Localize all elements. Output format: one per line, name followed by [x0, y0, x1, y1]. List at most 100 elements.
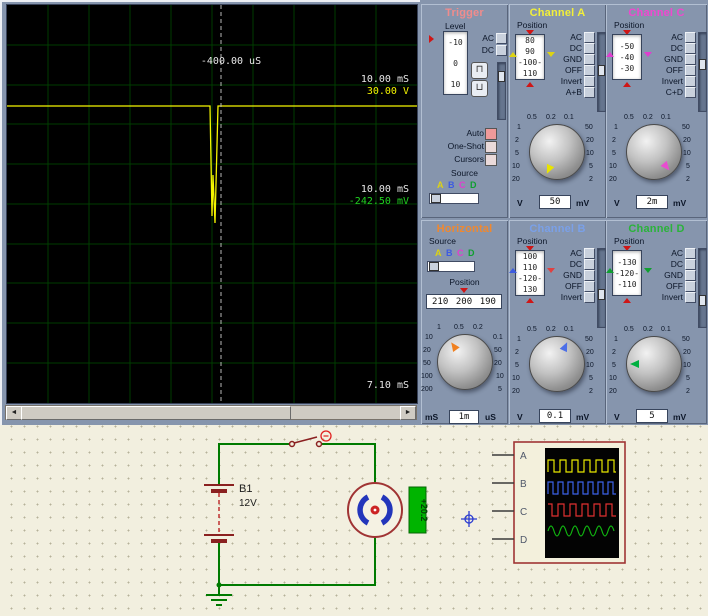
scope-display-area: -400.00 uS 10.00 mS 30.00 V 10.00 mS -24…	[0, 0, 420, 425]
channel-c-position-wheel[interactable]: -50 -40 -30	[612, 34, 642, 80]
source-channel-b[interactable]: B	[446, 248, 453, 258]
scroll-left-button[interactable]: ◄	[6, 406, 22, 420]
dc-button[interactable]	[584, 259, 595, 270]
auto-button[interactable]	[485, 128, 497, 140]
dc-button[interactable]	[685, 259, 696, 270]
invert-button[interactable]	[685, 292, 696, 303]
gnd-label: GND	[664, 54, 683, 64]
timebase-knob[interactable]	[437, 334, 493, 390]
trigger-source-slider[interactable]	[429, 193, 479, 204]
slider-thumb[interactable]	[699, 59, 706, 70]
channel-a-position-wheel[interactable]: 80 90 -100- 110	[515, 34, 545, 80]
a-plus-b-button[interactable]	[584, 87, 595, 98]
off-button[interactable]	[584, 65, 595, 76]
source-channel-a[interactable]: A	[435, 248, 442, 258]
channel-d-gnd-row: GND	[648, 270, 696, 280]
channel-c-gain-knob[interactable]	[626, 124, 682, 180]
horizontal-position-display[interactable]: 210 200 190	[426, 294, 502, 309]
oscilloscope-component[interactable]: A B C D	[492, 442, 625, 563]
switch-toggle-icon[interactable]	[321, 431, 331, 441]
gnd-button[interactable]	[685, 54, 696, 65]
gnd-button[interactable]	[584, 270, 595, 281]
source-channel-a[interactable]: A	[437, 180, 444, 190]
gnd-button[interactable]	[584, 54, 595, 65]
one-shot-button[interactable]	[485, 141, 497, 153]
ac-button[interactable]	[685, 248, 696, 259]
channel-d-position-wheel[interactable]: -130 -120- -110	[612, 250, 642, 296]
ac-button[interactable]	[685, 32, 696, 43]
dc-button[interactable]	[496, 45, 507, 56]
ac-button[interactable]	[584, 32, 595, 43]
millivolts-unit: mV	[576, 412, 589, 422]
channel-c-slider[interactable]	[698, 32, 707, 112]
off-button[interactable]	[584, 281, 595, 292]
motor[interactable]	[348, 483, 402, 537]
battery-ref: B1	[239, 483, 252, 495]
knob-scale-label: 10	[512, 163, 520, 170]
source-channel-c[interactable]: C	[457, 248, 464, 258]
channel-d-invert-row: Invert	[648, 292, 696, 302]
channel-b-position-wheel[interactable]: 100 110 -120- 130	[515, 250, 545, 296]
millivolts-unit: mV	[576, 198, 589, 208]
switch[interactable]	[290, 437, 322, 447]
dc-label: DC	[570, 259, 582, 269]
channel-c-sum-row: C+D	[648, 87, 696, 97]
off-button[interactable]	[685, 281, 696, 292]
channel-d-title: Channel D	[606, 220, 707, 235]
horizontal-source-slider[interactable]	[427, 261, 475, 272]
slider-thumb[interactable]	[498, 71, 505, 82]
source-channel-d[interactable]: D	[468, 248, 475, 258]
source-channel-d[interactable]: D	[470, 180, 477, 190]
knob-pointer-icon	[560, 341, 571, 353]
wheel-tick: -120-	[516, 273, 544, 284]
dc-button[interactable]	[685, 43, 696, 54]
battery[interactable]: B1 12V	[204, 483, 257, 541]
ac-button[interactable]	[496, 33, 507, 44]
channel-a-slider[interactable]	[597, 32, 606, 112]
display-scrollbar[interactable]: ◄ ►	[5, 405, 417, 420]
knob-scale-label: 10	[496, 373, 504, 380]
millivolts-unit: mV	[673, 198, 686, 208]
invert-button[interactable]	[584, 292, 595, 303]
knob-scale-label: 2	[589, 388, 593, 395]
trigger-level-wheel[interactable]: -10 0 10	[443, 31, 468, 95]
rising-edge-button[interactable]: ⊓	[471, 62, 488, 79]
level-label: Level	[445, 21, 465, 31]
dc-button[interactable]	[584, 43, 595, 54]
channel-a-off-row: OFF	[549, 65, 595, 75]
slider-thumb[interactable]	[598, 289, 605, 300]
invert-button[interactable]	[584, 76, 595, 87]
cursors-button[interactable]	[485, 154, 497, 166]
dc-label: DC	[671, 259, 683, 269]
channel-d-slider[interactable]	[698, 248, 707, 328]
knob-scale-label: 0.1	[564, 114, 574, 121]
slider-thumb[interactable]	[431, 194, 441, 203]
channel-b-slider[interactable]	[597, 248, 606, 328]
source-channel-c[interactable]: C	[459, 180, 466, 190]
schematic-canvas[interactable]: B1 12V +20.2 A B	[0, 425, 708, 616]
scrollbar-thumb[interactable]	[21, 406, 291, 420]
off-button[interactable]	[685, 65, 696, 76]
invert-button[interactable]	[685, 76, 696, 87]
slider-thumb[interactable]	[429, 262, 439, 271]
knob-scale-label: 5	[686, 375, 690, 382]
gnd-button[interactable]	[685, 270, 696, 281]
knob-scale-label: 1	[614, 124, 618, 131]
position-label: Position	[517, 20, 547, 30]
cursors-label: Cursors	[454, 154, 484, 164]
slider-thumb[interactable]	[598, 65, 605, 76]
one-shot-row: One-Shot	[429, 141, 497, 151]
source-channel-b[interactable]: B	[448, 180, 455, 190]
knob-scale-label: 5	[612, 362, 616, 369]
channel-b-gain-knob[interactable]	[529, 336, 585, 392]
ac-button[interactable]	[584, 248, 595, 259]
knob-scale-label: 20	[609, 388, 617, 395]
channel-a-gain-knob[interactable]	[529, 124, 585, 180]
wheel-marker-bottom-icon	[526, 298, 534, 303]
c-plus-d-button[interactable]	[685, 87, 696, 98]
trigger-slider[interactable]	[497, 62, 506, 120]
channel-d-gain-knob[interactable]	[626, 336, 682, 392]
falling-edge-button[interactable]: ⊔	[471, 80, 488, 97]
slider-thumb[interactable]	[699, 295, 706, 306]
scroll-right-button[interactable]: ►	[400, 406, 416, 420]
